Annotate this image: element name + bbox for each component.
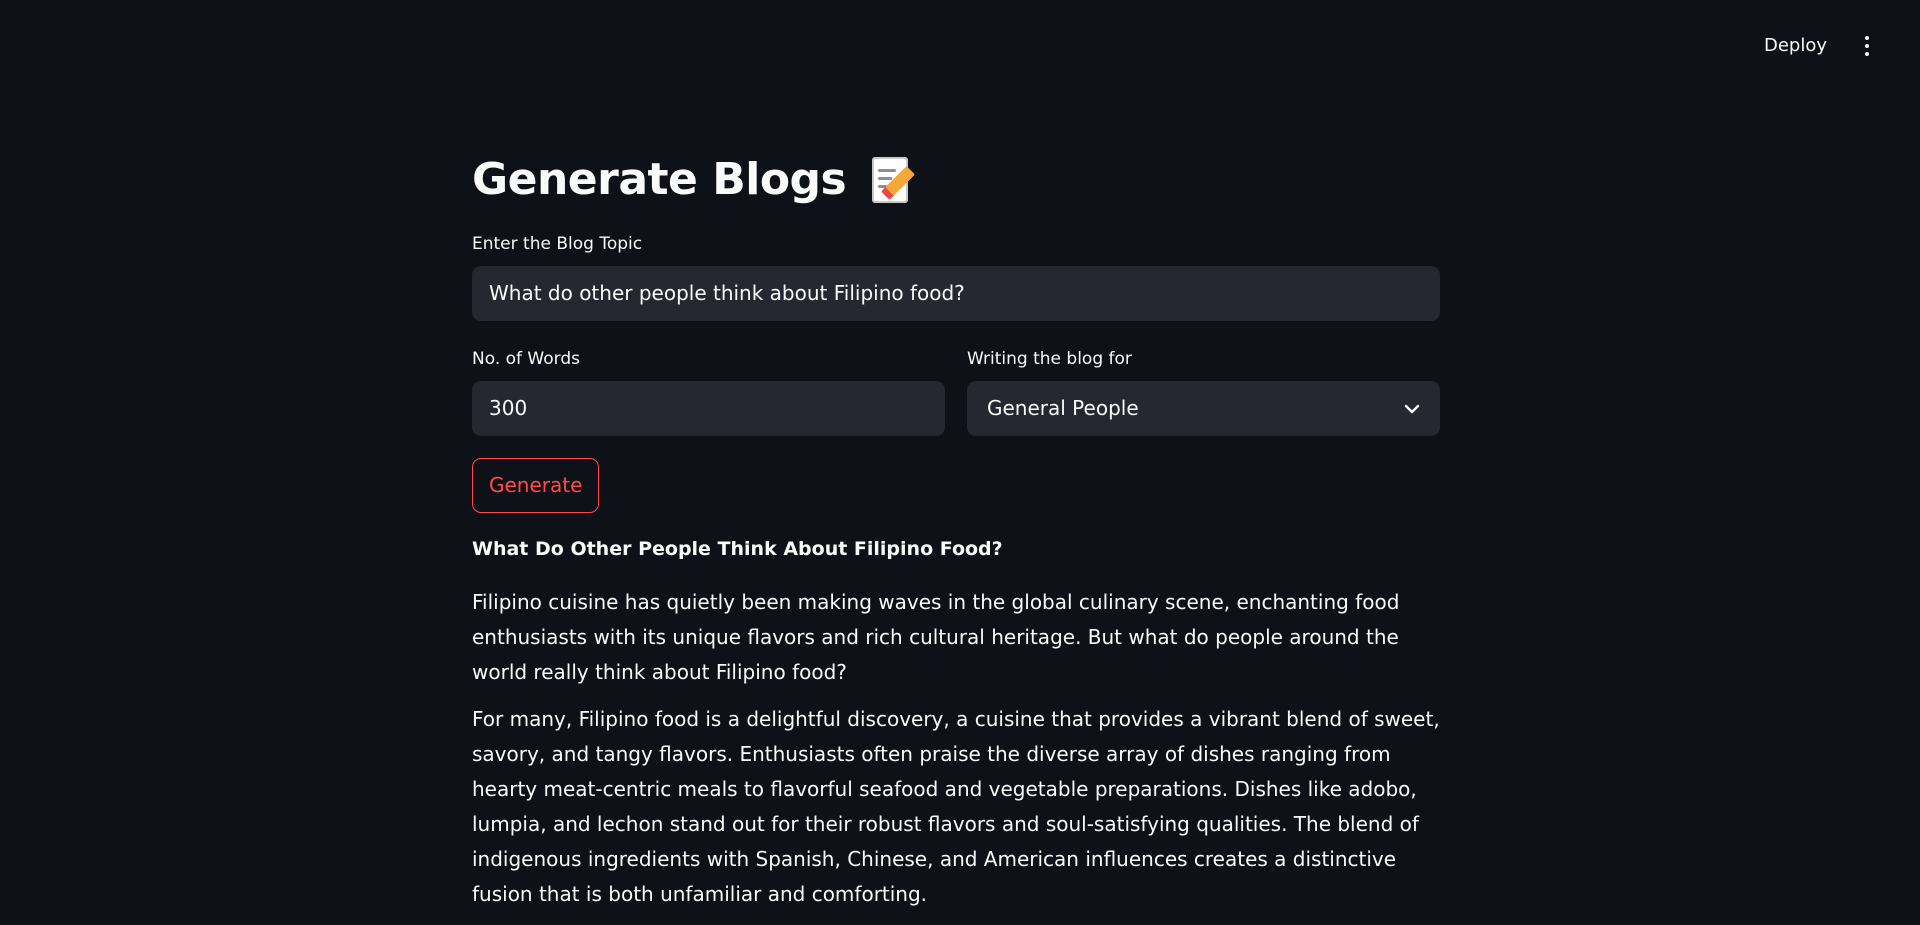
audience-label: Writing the blog for (967, 349, 1132, 369)
audience-selected-value: General People (987, 396, 1139, 420)
article-paragraph: Filipino cuisine has quietly been making… (472, 590, 1400, 684)
topic-input[interactable]: What do other people think about Filipin… (472, 266, 1440, 321)
words-input[interactable]: 300 (472, 381, 945, 436)
audience-field: Writing the blog for General People (967, 347, 1440, 436)
page-title: Generate Blogs (472, 140, 1440, 220)
main-content: Generate Blogs Enter the Blog Topic What… (472, 140, 1440, 924)
kebab-menu-icon[interactable] (1854, 32, 1880, 60)
topic-field: Enter the Blog Topic What do other peopl… (472, 232, 1440, 321)
deploy-button[interactable]: Deploy (1758, 32, 1833, 60)
words-label: No. of Words (472, 349, 580, 369)
memo-icon (870, 155, 916, 205)
generate-button[interactable]: Generate (472, 458, 600, 513)
options-row: No. of Words 300 Writing the blog for Ge… (472, 347, 1440, 436)
generated-article: What Do Other People Think About Filipin… (472, 537, 1440, 912)
page-title-text: Generate Blogs (472, 154, 847, 205)
app-header: Deploy (0, 0, 1920, 92)
topic-label: Enter the Blog Topic (472, 234, 643, 254)
chevron-down-icon (1404, 404, 1420, 414)
article-paragraph: For many, Filipino food is a delightful … (472, 707, 1440, 906)
audience-select[interactable]: General People (967, 381, 1440, 436)
article-heading: What Do Other People Think About Filipin… (472, 538, 1003, 560)
words-field: No. of Words 300 (472, 347, 945, 436)
